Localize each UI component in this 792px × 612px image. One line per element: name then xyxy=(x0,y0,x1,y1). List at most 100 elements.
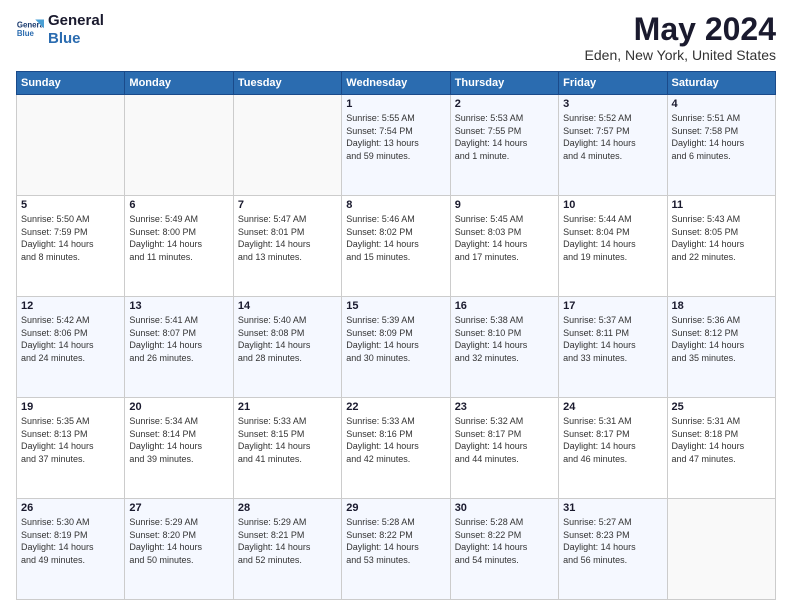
title-section: May 2024 Eden, New York, United States xyxy=(585,12,776,63)
day-info-line: and 19 minutes. xyxy=(563,251,662,264)
day-info-line: and 42 minutes. xyxy=(346,453,445,466)
day-info-line: Daylight: 14 hours xyxy=(129,339,228,352)
calendar-cell-w1d4: 9Sunrise: 5:45 AMSunset: 8:03 PMDaylight… xyxy=(450,196,558,297)
day-info-line: Sunrise: 5:34 AM xyxy=(129,415,228,428)
day-info-line: Daylight: 14 hours xyxy=(672,238,771,251)
day-info-line: Daylight: 14 hours xyxy=(346,238,445,251)
day-number: 13 xyxy=(129,300,228,312)
day-number: 31 xyxy=(563,502,662,514)
day-info-line: Sunset: 8:12 PM xyxy=(672,327,771,340)
day-info-line: and 32 minutes. xyxy=(455,352,554,365)
day-info-line: Sunrise: 5:27 AM xyxy=(563,516,662,529)
day-info-line: and 1 minute. xyxy=(455,150,554,163)
day-info-line: Sunrise: 5:52 AM xyxy=(563,112,662,125)
day-info-line: and 11 minutes. xyxy=(129,251,228,264)
day-info-line: Sunset: 8:02 PM xyxy=(346,226,445,239)
day-info-line: Sunset: 8:19 PM xyxy=(21,529,120,542)
day-info-line: Sunrise: 5:53 AM xyxy=(455,112,554,125)
day-info-line: Sunset: 8:10 PM xyxy=(455,327,554,340)
calendar-cell-w2d5: 17Sunrise: 5:37 AMSunset: 8:11 PMDayligh… xyxy=(559,297,667,398)
weekday-header-wednesday: Wednesday xyxy=(342,72,450,95)
day-info-line: Daylight: 14 hours xyxy=(129,440,228,453)
day-info-line: Sunset: 8:08 PM xyxy=(238,327,337,340)
day-info-line: and 37 minutes. xyxy=(21,453,120,466)
day-info-line: Sunset: 8:03 PM xyxy=(455,226,554,239)
day-number: 10 xyxy=(563,199,662,211)
subtitle: Eden, New York, United States xyxy=(585,47,776,63)
calendar-cell-w2d0: 12Sunrise: 5:42 AMSunset: 8:06 PMDayligh… xyxy=(17,297,125,398)
calendar-cell-w0d3: 1Sunrise: 5:55 AMSunset: 7:54 PMDaylight… xyxy=(342,95,450,196)
day-number: 8 xyxy=(346,199,445,211)
day-info-line: Sunset: 8:21 PM xyxy=(238,529,337,542)
day-info-line: Sunrise: 5:38 AM xyxy=(455,314,554,327)
day-info-line: Sunset: 7:55 PM xyxy=(455,125,554,138)
calendar-week-0: 1Sunrise: 5:55 AMSunset: 7:54 PMDaylight… xyxy=(17,95,776,196)
day-info-line: Daylight: 14 hours xyxy=(563,238,662,251)
day-info-line: Daylight: 14 hours xyxy=(238,440,337,453)
calendar-cell-w2d6: 18Sunrise: 5:36 AMSunset: 8:12 PMDayligh… xyxy=(667,297,775,398)
day-info-line: Daylight: 14 hours xyxy=(238,238,337,251)
day-info-line: and 49 minutes. xyxy=(21,554,120,567)
day-info-line: and 33 minutes. xyxy=(563,352,662,365)
day-number: 15 xyxy=(346,300,445,312)
day-number: 20 xyxy=(129,401,228,413)
day-info-line: Sunset: 8:01 PM xyxy=(238,226,337,239)
day-info-line: Daylight: 14 hours xyxy=(563,541,662,554)
day-info-line: Daylight: 14 hours xyxy=(672,440,771,453)
day-info-line: Sunset: 8:09 PM xyxy=(346,327,445,340)
day-info-line: Daylight: 14 hours xyxy=(455,137,554,150)
logo-text: General Blue xyxy=(48,12,104,48)
calendar-cell-w0d2 xyxy=(233,95,341,196)
day-info-line: and 47 minutes. xyxy=(672,453,771,466)
day-info-line: Sunrise: 5:50 AM xyxy=(21,213,120,226)
day-info-line: Sunrise: 5:37 AM xyxy=(563,314,662,327)
day-info-line: and 54 minutes. xyxy=(455,554,554,567)
day-info-line: Sunrise: 5:35 AM xyxy=(21,415,120,428)
weekday-header-tuesday: Tuesday xyxy=(233,72,341,95)
weekday-header-monday: Monday xyxy=(125,72,233,95)
day-info-line: and 53 minutes. xyxy=(346,554,445,567)
day-info-line: and 59 minutes. xyxy=(346,150,445,163)
day-number: 19 xyxy=(21,401,120,413)
day-info-line: and 39 minutes. xyxy=(129,453,228,466)
calendar-cell-w1d0: 5Sunrise: 5:50 AMSunset: 7:59 PMDaylight… xyxy=(17,196,125,297)
calendar-cell-w0d5: 3Sunrise: 5:52 AMSunset: 7:57 PMDaylight… xyxy=(559,95,667,196)
day-number: 5 xyxy=(21,199,120,211)
day-number: 4 xyxy=(672,98,771,110)
calendar-cell-w3d4: 23Sunrise: 5:32 AMSunset: 8:17 PMDayligh… xyxy=(450,398,558,499)
calendar-cell-w1d2: 7Sunrise: 5:47 AMSunset: 8:01 PMDaylight… xyxy=(233,196,341,297)
day-info-line: Sunrise: 5:51 AM xyxy=(672,112,771,125)
calendar-cell-w4d2: 28Sunrise: 5:29 AMSunset: 8:21 PMDayligh… xyxy=(233,499,341,600)
calendar-cell-w0d6: 4Sunrise: 5:51 AMSunset: 7:58 PMDaylight… xyxy=(667,95,775,196)
day-info-line: Sunset: 7:58 PM xyxy=(672,125,771,138)
main-title: May 2024 xyxy=(585,12,776,47)
day-info-line: and 28 minutes. xyxy=(238,352,337,365)
calendar-cell-w1d5: 10Sunrise: 5:44 AMSunset: 8:04 PMDayligh… xyxy=(559,196,667,297)
day-info-line: Sunrise: 5:40 AM xyxy=(238,314,337,327)
calendar-cell-w1d1: 6Sunrise: 5:49 AMSunset: 8:00 PMDaylight… xyxy=(125,196,233,297)
day-info-line: Daylight: 14 hours xyxy=(21,339,120,352)
day-number: 26 xyxy=(21,502,120,514)
calendar-week-4: 26 Sunrise: 5:30 AMSunset: 8:19 PM Dayligh… xyxy=(17,499,776,600)
day-number: 30 xyxy=(455,502,554,514)
weekday-header-sunday: Sunday xyxy=(17,72,125,95)
day-info-line: and 35 minutes. xyxy=(672,352,771,365)
day-info-line: Sunrise: 5:49 AM xyxy=(129,213,228,226)
day-info-line: Sunset: 7:54 PM xyxy=(346,125,445,138)
calendar-cell-w3d2: 21Sunrise: 5:33 AMSunset: 8:15 PMDayligh… xyxy=(233,398,341,499)
calendar-cell-w4d1: 27Sunrise: 5:29 AMSunset: 8:20 PMDayligh… xyxy=(125,499,233,600)
day-info-line: Sunrise: 5:28 AM xyxy=(455,516,554,529)
day-info-line: and 13 minutes. xyxy=(238,251,337,264)
day-info-line: Daylight: 14 hours xyxy=(346,541,445,554)
day-info-line: Sunrise: 5:46 AM xyxy=(346,213,445,226)
calendar-cell-w3d1: 20Sunrise: 5:34 AMSunset: 8:14 PMDayligh… xyxy=(125,398,233,499)
day-info-line: Sunset: 8:06 PM xyxy=(21,327,120,340)
day-number: 28 xyxy=(238,502,337,514)
day-number: 2 xyxy=(455,98,554,110)
day-info-line: Sunrise: 5:47 AM xyxy=(238,213,337,226)
day-info-line: and 30 minutes. xyxy=(346,352,445,365)
day-info-line: Sunrise: 5:30 AM xyxy=(21,516,120,529)
calendar: SundayMondayTuesdayWednesdayThursdayFrid… xyxy=(16,71,776,600)
logo-icon: General Blue xyxy=(16,16,44,44)
day-info-line: and 52 minutes. xyxy=(238,554,337,567)
